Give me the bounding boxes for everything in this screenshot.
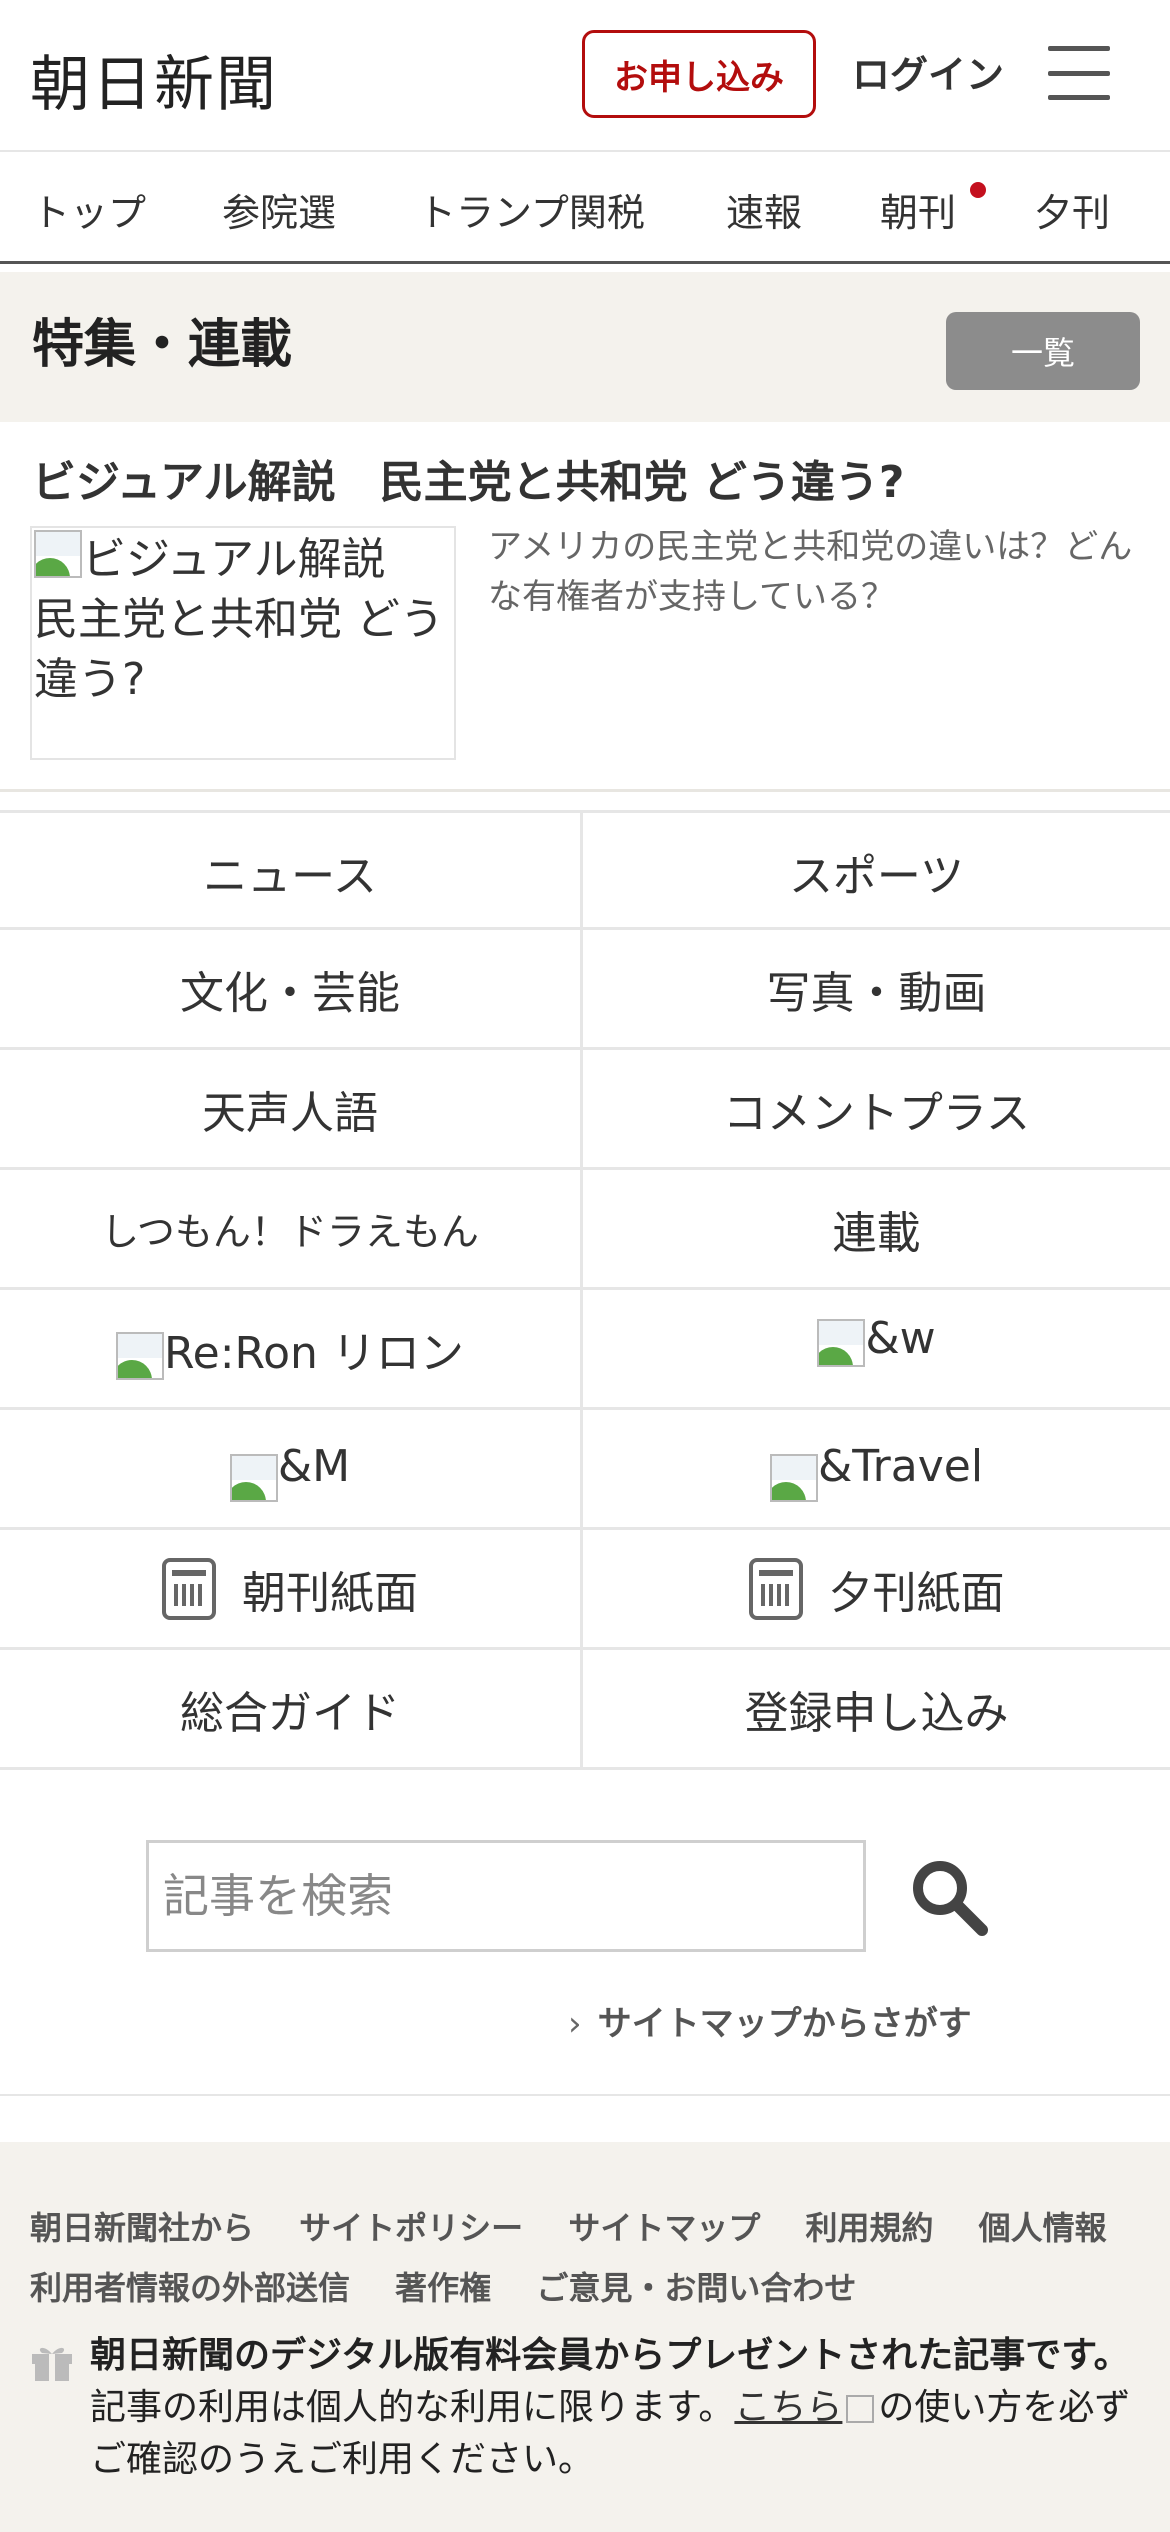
category-doraemon[interactable]: しつもん！ドラえもん: [0, 1170, 583, 1287]
search-input[interactable]: [146, 1840, 866, 1952]
category-label: &M: [277, 1441, 351, 1492]
usage-link[interactable]: こちら: [734, 2387, 842, 2428]
category-register[interactable]: 登録申し込み: [583, 1650, 1170, 1767]
image-alt-text: ビジュアル解説 民主党と共和党 どう違う?: [34, 530, 454, 710]
category-grid: ニュース スポーツ 文化・芸能 写真・動画 天声人語 コメントプラス しつもん！…: [0, 810, 1170, 1770]
feature-article[interactable]: ビジュアル解説 民主党と共和党 どう違う? ビジュアル解説 民主党と共和党 どう…: [0, 422, 1170, 792]
nav-item-election[interactable]: 参院選: [222, 182, 336, 237]
category-andtravel[interactable]: &Travel: [583, 1410, 1170, 1527]
chevron-right-icon: ›: [568, 2004, 582, 2044]
gift-text: 朝日新聞のデジタル版有料会員からプレゼントされた記事です。記事の利用は個人的な利…: [30, 2330, 1140, 2486]
article-title[interactable]: ビジュアル解説 民主党と共和党 どう違う?: [32, 446, 904, 510]
grid-row: 文化・芸能 写真・動画: [0, 930, 1170, 1050]
category-tensei-jingo[interactable]: 天声人語: [0, 1050, 583, 1167]
nav-item-evening[interactable]: 夕刊: [1034, 182, 1110, 237]
category-photo-video[interactable]: 写真・動画: [583, 930, 1170, 1047]
nav-item-breaking[interactable]: 速報: [726, 182, 802, 237]
gift-notice: 朝日新聞のデジタル版有料会員からプレゼントされた記事です。記事の利用は個人的な利…: [30, 2330, 1140, 2486]
broken-image-icon: [116, 1331, 165, 1380]
grid-row: Re:Ron リロン &w: [0, 1290, 1170, 1410]
broken-image-icon: [34, 530, 82, 578]
site-footer: 朝日新聞社から サイトポリシー サイトマップ 利用規約 個人情報 利用者情報の外…: [0, 2142, 1170, 2532]
site-header: 朝日新聞 お申し込み ログイン: [0, 0, 1170, 152]
login-link[interactable]: ログイン: [852, 44, 1004, 99]
search-icon[interactable]: [906, 1854, 994, 1942]
grid-row: 天声人語 コメントプラス: [0, 1050, 1170, 1170]
sitemap-link[interactable]: › サイトマップからさがす: [568, 1996, 972, 2045]
footer-link-copyright[interactable]: 著作権: [395, 2269, 491, 2307]
category-label: 夕刊紙面: [828, 1567, 1005, 1619]
footer-link-sitemap[interactable]: サイトマップ: [568, 2209, 760, 2247]
nav-item-top[interactable]: トップ: [32, 182, 146, 237]
category-evening-paper[interactable]: 夕刊紙面: [583, 1530, 1170, 1647]
category-label: Re:Ron リロン: [164, 1327, 464, 1379]
article-thumbnail[interactable]: ビジュアル解説 民主党と共和党 どう違う?: [30, 526, 456, 760]
category-label: &Travel: [817, 1441, 984, 1492]
nav-item-tariff[interactable]: トランプ関税: [418, 182, 645, 237]
category-guide[interactable]: 総合ガイド: [0, 1650, 583, 1767]
footer-link-contact[interactable]: ご意見・お問い合わせ: [536, 2269, 856, 2307]
category-andw[interactable]: &w: [583, 1290, 1170, 1407]
feature-section-header: 特集・連載 一覧: [0, 272, 1170, 422]
footer-links: 朝日新聞社から サイトポリシー サイトマップ 利用規約 個人情報 利用者情報の外…: [30, 2198, 1150, 2318]
category-series[interactable]: 連載: [583, 1170, 1170, 1287]
category-morning-paper[interactable]: 朝刊紙面: [0, 1530, 583, 1647]
external-link-icon: [846, 2395, 875, 2423]
category-reron[interactable]: Re:Ron リロン: [0, 1290, 583, 1407]
article-description: アメリカの民主党と共和党の違いは？どんな有権者が支持している？: [488, 527, 1133, 617]
broken-image-icon: [769, 1453, 818, 1502]
category-label: 朝刊紙面: [242, 1567, 418, 1619]
list-button[interactable]: 一覧: [946, 312, 1140, 390]
broken-image-icon: [817, 1318, 866, 1367]
broken-image-icon: [229, 1453, 278, 1502]
main-nav: トップ 参院選 トランプ関税 速報 朝刊 夕刊: [0, 152, 1170, 264]
sitemap-link-label: サイトマップからさがす: [597, 2004, 972, 2044]
nav-item-morning[interactable]: 朝刊: [880, 182, 956, 237]
gift-icon: [32, 2347, 72, 2381]
footer-link-privacy[interactable]: 個人情報: [979, 2209, 1107, 2247]
section-title: 特集・連載: [32, 315, 293, 375]
grid-row: しつもん！ドラえもん 連載: [0, 1170, 1170, 1290]
apply-button[interactable]: お申し込み: [582, 30, 816, 118]
footer-link-site-policy[interactable]: サイトポリシー: [299, 2209, 523, 2247]
search-section: › サイトマップからさがす: [0, 1772, 1170, 2096]
category-sports[interactable]: スポーツ: [583, 813, 1170, 930]
footer-link-company[interactable]: 朝日新聞社から: [30, 2209, 254, 2247]
site-logo[interactable]: 朝日新聞: [30, 36, 278, 123]
newspaper-sun-icon: [162, 1557, 216, 1620]
gift-notice-text: 記事の利用は個人的な利用に限ります。: [90, 2387, 735, 2428]
grid-row: 朝刊紙面 夕刊紙面: [0, 1530, 1170, 1650]
notification-dot: [970, 182, 986, 198]
category-andm[interactable]: &M: [0, 1410, 583, 1527]
category-comment-plus[interactable]: コメントプラス: [583, 1050, 1170, 1167]
category-label: &w: [865, 1313, 936, 1364]
newspaper-moon-icon: [748, 1557, 803, 1620]
grid-row: &M &Travel: [0, 1410, 1170, 1530]
category-news[interactable]: ニュース: [0, 813, 583, 930]
grid-row: ニュース スポーツ: [0, 810, 1170, 930]
gift-notice-bold: 朝日新聞のデジタル版有料会員からプレゼントされた記事です。: [90, 2335, 1130, 2376]
footer-link-terms[interactable]: 利用規約: [805, 2209, 933, 2247]
footer-link-external-transmission[interactable]: 利用者情報の外部送信: [30, 2269, 350, 2307]
category-culture[interactable]: 文化・芸能: [0, 930, 583, 1047]
grid-row: 総合ガイド 登録申し込み: [0, 1650, 1170, 1770]
hamburger-menu-icon[interactable]: [1048, 46, 1110, 100]
